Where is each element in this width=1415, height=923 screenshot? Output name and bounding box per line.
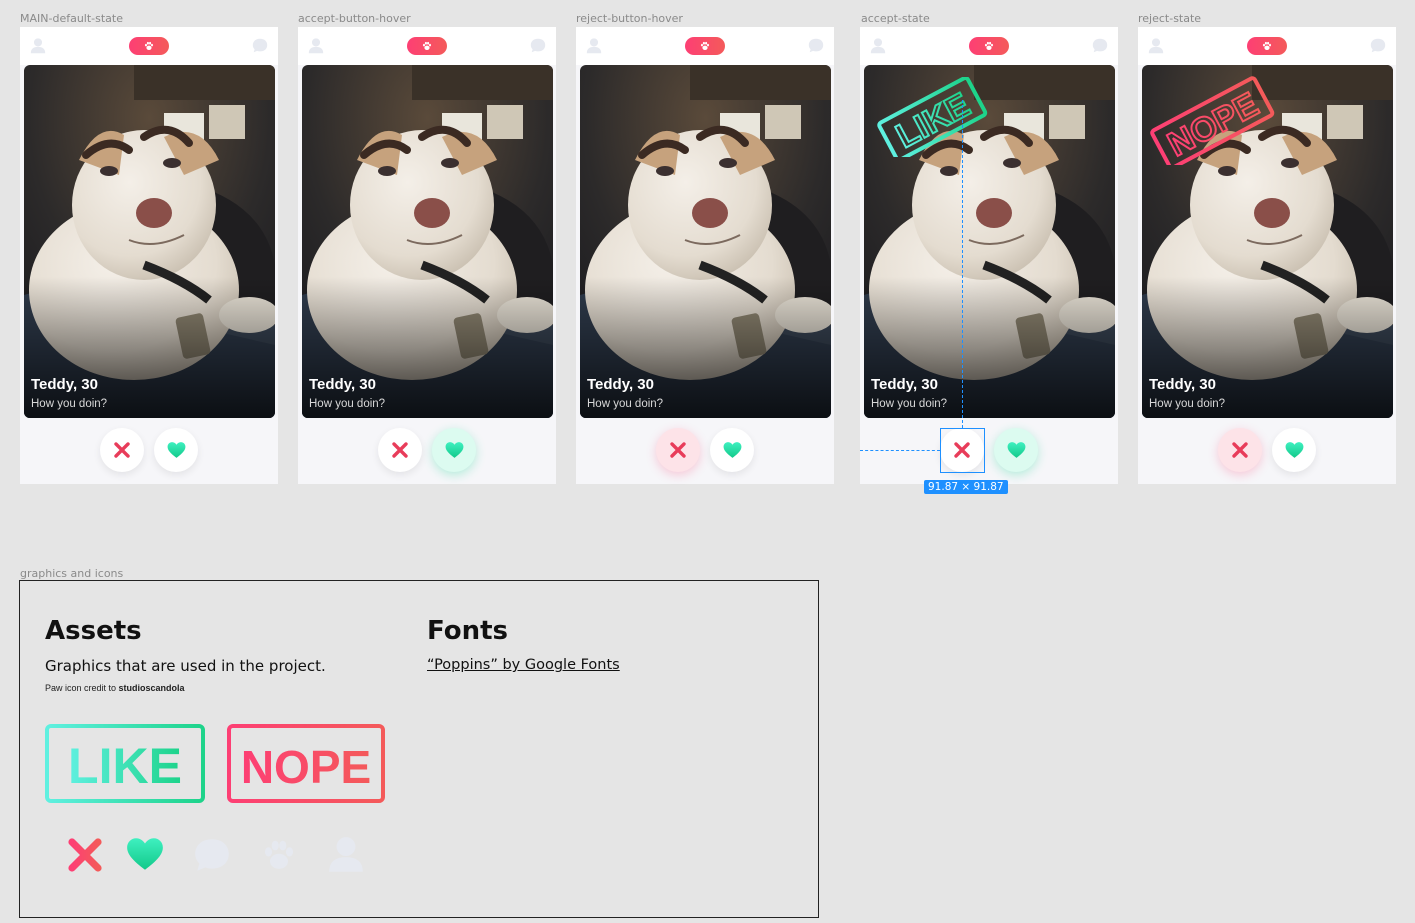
- like-asset-text: LIKE: [68, 738, 182, 794]
- close-icon: [392, 442, 408, 458]
- measure-guide-vertical: [962, 100, 963, 428]
- frame-label: MAIN-default-state: [20, 12, 123, 25]
- nope-asset: NOPE: [227, 724, 385, 803]
- profile-name: Teddy, 30: [31, 376, 98, 393]
- chat-icon[interactable]: [251, 37, 269, 55]
- paw-button[interactable]: [1247, 37, 1287, 55]
- profile-tagline: How you doin?: [309, 398, 386, 410]
- paw-icon: [984, 41, 994, 50]
- reject-button[interactable]: [1218, 428, 1262, 472]
- chat-icon: [195, 839, 229, 871]
- profile-card[interactable]: Teddy, 30 How you doin?: [580, 65, 831, 418]
- fonts-title: Fonts: [427, 616, 508, 646]
- phone-frame-accept-hover: Teddy, 30 How you doin?: [298, 27, 556, 484]
- profile-tagline: How you doin?: [31, 398, 108, 410]
- paw-button[interactable]: [685, 37, 725, 55]
- size-badge: 91.87 × 91.87: [924, 480, 1008, 494]
- nope-stamp: NOPE: [1150, 76, 1275, 165]
- paw-button[interactable]: [969, 37, 1009, 55]
- close-icon: [670, 442, 686, 458]
- top-bar: [1138, 27, 1396, 65]
- credit-author[interactable]: studioscandola: [119, 683, 185, 693]
- chat-icon[interactable]: [529, 37, 547, 55]
- profile-photo: [580, 65, 831, 418]
- chat-icon[interactable]: [807, 37, 825, 55]
- measure-guide-horizontal: [860, 450, 940, 451]
- accept-button[interactable]: [994, 428, 1038, 472]
- heart-icon: [445, 441, 463, 458]
- nope-asset-text: NOPE: [241, 741, 371, 793]
- heart-icon: [1007, 441, 1025, 458]
- frame-label: reject-state: [1138, 12, 1202, 25]
- top-bar: [860, 27, 1118, 65]
- profile-card[interactable]: Teddy, 30 How you doin?: [302, 65, 553, 418]
- heart-icon: [127, 838, 163, 870]
- paw-icon: [700, 41, 710, 50]
- accept-button[interactable]: [1272, 428, 1316, 472]
- paw-icon: [144, 41, 154, 50]
- top-bar: [20, 27, 278, 65]
- profile-name: Teddy, 30: [1149, 376, 1216, 393]
- like-stamp: LIKE: [877, 77, 988, 157]
- profile-name: Teddy, 30: [871, 376, 938, 393]
- paw-button[interactable]: [129, 37, 169, 55]
- assets-frame-label: graphics and icons: [20, 567, 124, 580]
- paw-icon: [264, 840, 294, 869]
- profile-card[interactable]: LIKE Teddy, 30 How you doin?: [864, 65, 1115, 418]
- assets-title: Assets: [45, 616, 142, 646]
- paw-icon: [422, 41, 432, 50]
- paw-button[interactable]: [407, 37, 447, 55]
- profile-card[interactable]: Teddy, 30 How you doin?: [24, 65, 275, 418]
- profile-tagline: How you doin?: [1149, 398, 1226, 410]
- phone-frame-accept: LIKE Teddy, 30 How you doin?: [860, 27, 1118, 484]
- phone-frame-default: Teddy, 30 How you doin?: [20, 27, 278, 484]
- heart-icon: [1285, 441, 1303, 458]
- chat-icon[interactable]: [1369, 37, 1387, 55]
- close-icon: [114, 442, 130, 458]
- frame-label: accept-state: [861, 12, 930, 25]
- user-icon[interactable]: [307, 37, 325, 55]
- phone-frame-reject-hover: Teddy, 30 How you doin?: [576, 27, 834, 484]
- user-icon[interactable]: [1147, 37, 1165, 55]
- selection-box: [940, 428, 985, 473]
- reject-button[interactable]: [100, 428, 144, 472]
- frame-label: accept-button-hover: [298, 12, 411, 25]
- user-icon[interactable]: [585, 37, 603, 55]
- close-icon: [68, 838, 102, 872]
- user-icon: [329, 837, 363, 872]
- close-icon: [1232, 442, 1248, 458]
- user-icon[interactable]: [29, 37, 47, 55]
- reject-button[interactable]: [656, 428, 700, 472]
- user-icon[interactable]: [869, 37, 887, 55]
- accept-button[interactable]: [432, 428, 476, 472]
- chat-icon[interactable]: [1091, 37, 1109, 55]
- assets-description: Graphics that are used in the project.: [45, 657, 326, 675]
- paw-icon: [1262, 41, 1272, 50]
- profile-tagline: How you doin?: [871, 398, 948, 410]
- heart-icon: [167, 441, 185, 458]
- profile-photo: [24, 65, 275, 418]
- top-bar: [298, 27, 556, 65]
- phone-frame-reject: NOPE Teddy, 30 How you doin?: [1138, 27, 1396, 484]
- assets-panel: Assets Graphics that are used in the pro…: [19, 580, 819, 918]
- frame-label: reject-button-hover: [576, 12, 683, 25]
- reject-button[interactable]: [378, 428, 422, 472]
- paw-credit: Paw icon credit to studioscandola: [45, 683, 185, 693]
- profile-card[interactable]: NOPE Teddy, 30 How you doin?: [1142, 65, 1393, 418]
- fonts-link[interactable]: “Poppins” by Google Fonts: [427, 657, 620, 673]
- heart-icon: [723, 441, 741, 458]
- profile-tagline: How you doin?: [587, 398, 664, 410]
- top-bar: [576, 27, 834, 65]
- accept-button[interactable]: [154, 428, 198, 472]
- like-asset: LIKE: [45, 724, 205, 803]
- accept-button[interactable]: [710, 428, 754, 472]
- profile-name: Teddy, 30: [587, 376, 654, 393]
- profile-photo: [302, 65, 553, 418]
- profile-name: Teddy, 30: [309, 376, 376, 393]
